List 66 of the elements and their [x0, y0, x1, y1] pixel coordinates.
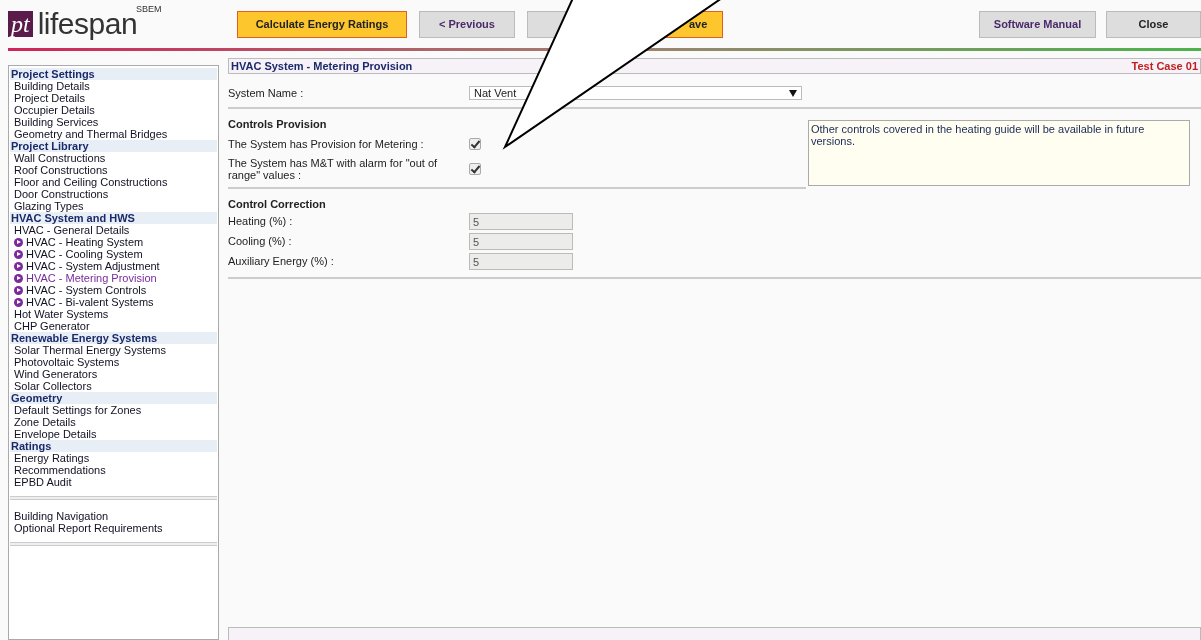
- arrow-circle-icon: [14, 297, 23, 307]
- field-label: The System has Provision for Metering :: [228, 137, 425, 150]
- field-label: Auxiliary Energy (%) :: [228, 255, 335, 267]
- section-heading: Renewable Energy Systems: [10, 332, 217, 344]
- sidebar-item[interactable]: Project Details: [10, 92, 217, 104]
- sidebar-item[interactable]: EPBD Audit: [10, 476, 217, 488]
- section-heading: Control Correction: [228, 197, 327, 211]
- sidebar-item[interactable]: Photovoltaic Systems: [10, 356, 217, 368]
- sidebar-item[interactable]: Occupier Details: [10, 104, 217, 116]
- sidebar-item[interactable]: Solar Thermal Energy Systems: [10, 344, 217, 356]
- sidebar-item[interactable]: Floor and Ceiling Constructions: [10, 176, 217, 188]
- input-field[interactable]: 5: [469, 232, 573, 250]
- sidebar-item[interactable]: Building Navigation: [10, 510, 217, 522]
- sidebar-item[interactable]: Building Details: [10, 80, 217, 92]
- sidebar-item[interactable]: Roof Constructions: [10, 164, 217, 176]
- sidebar-item[interactable]: HVAC - Bi-valent Systems: [26, 296, 154, 308]
- sidebar-item[interactable]: Optional Report Requirements: [10, 522, 217, 534]
- arrow-circle-icon: [14, 237, 23, 247]
- section-heading: Controls Provision: [228, 117, 328, 131]
- case-name: Test Case 01: [1131, 60, 1198, 72]
- field-label: The System has M&T with alarm for "out of range" values :: [228, 156, 439, 181]
- sidebar-item[interactable]: Wind Generators: [10, 368, 217, 380]
- field-label: Cooling (%) :: [228, 235, 293, 247]
- sidebar-item[interactable]: HVAC - Cooling System: [26, 248, 143, 260]
- input-field[interactable]: 5: [469, 252, 573, 270]
- sidebar-item[interactable]: HVAC - General Details: [10, 224, 217, 236]
- logo-superscript: SBEM: [136, 4, 162, 14]
- checkbox[interactable]: [469, 137, 481, 150]
- input-field[interactable]: 5: [469, 212, 573, 230]
- sidebar-item[interactable]: Default Settings for Zones: [10, 404, 217, 416]
- sidebar-item[interactable]: Hot Water Systems: [10, 308, 217, 320]
- logo-mark: pt: [8, 11, 33, 37]
- sidebar-item[interactable]: HVAC - System Controls: [26, 284, 147, 296]
- toolbar-button[interactable]: Close: [1106, 10, 1201, 38]
- caret-icon: [789, 89, 797, 97]
- sidebar-item[interactable]: HVAC - Metering Provision: [26, 272, 157, 284]
- section-heading: Project Library: [10, 140, 217, 152]
- section-heading: Project Settings: [10, 68, 217, 80]
- sidebar-item[interactable]: Glazing Types: [10, 200, 217, 212]
- field-label: System Name :: [228, 87, 305, 99]
- toolbar-button[interactable]: Calculate Energy Ratings: [237, 10, 407, 38]
- sidebar-item[interactable]: Wall Constructions: [10, 152, 217, 164]
- sidebar-item[interactable]: HVAC - System Adjustment: [26, 260, 160, 272]
- arrow-circle-icon: [14, 261, 23, 271]
- sidebar-item[interactable]: Door Constructions: [10, 188, 217, 200]
- sidebar-item[interactable]: Recommendations: [10, 464, 217, 476]
- sidebar-item[interactable]: Zone Details: [10, 416, 217, 428]
- sidebar-item[interactable]: Envelope Details: [10, 428, 217, 440]
- toolbar-button[interactable]: Software Manual: [979, 10, 1096, 38]
- sidebar-item[interactable]: CHP Generator: [10, 320, 217, 332]
- section-heading: Ratings: [10, 440, 217, 452]
- sidebar-item[interactable]: HVAC - Heating System: [26, 236, 144, 248]
- arrow-circle-icon: [14, 273, 23, 283]
- field-label: Heating (%) :: [228, 215, 294, 227]
- section-heading: Geometry: [10, 392, 217, 404]
- panel-title: HVAC System - Metering Provision: [231, 60, 413, 72]
- toolbar-button[interactable]: < Previous: [419, 10, 515, 38]
- arrow-circle-icon: [14, 285, 23, 295]
- section-heading: HVAC System and HWS: [10, 212, 217, 224]
- sidebar-item[interactable]: Geometry and Thermal Bridges: [10, 128, 217, 140]
- sidebar-item[interactable]: Building Services: [10, 116, 217, 128]
- checkbox[interactable]: [469, 162, 481, 175]
- sidebar-item[interactable]: Solar Collectors: [10, 380, 217, 392]
- sidebar-item[interactable]: Energy Ratings: [10, 452, 217, 464]
- note-textarea[interactable]: Other controls covered in the heating guide will be available in future versions.: [808, 120, 1190, 186]
- arrow-circle-icon: [14, 249, 23, 259]
